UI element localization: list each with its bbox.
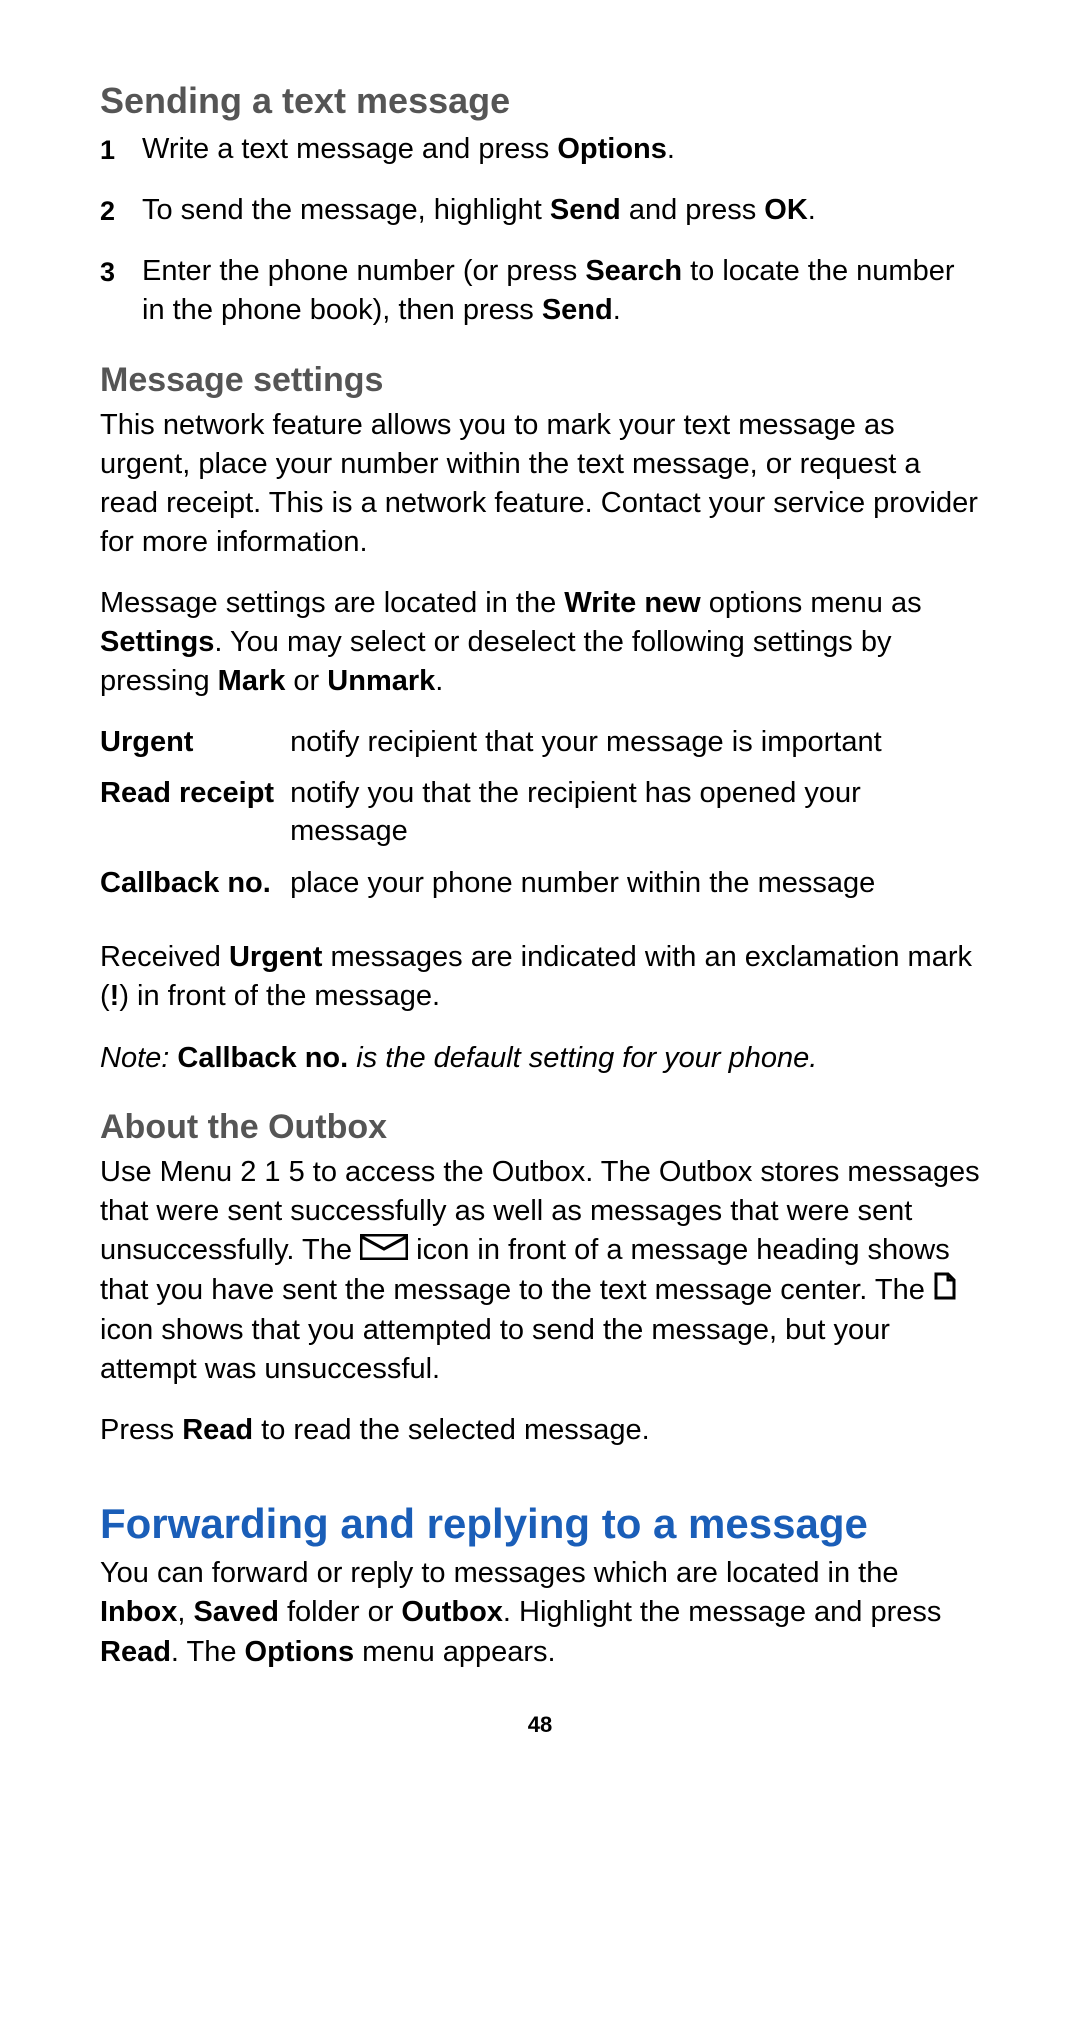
bold-unmark: Unmark [327,665,435,697]
bold-exclaim: ! [110,980,120,1012]
urgent-indicator-note: Received Urgent messages are indicated w… [100,938,980,1016]
settings-location: Message settings are located in the Writ… [100,584,980,701]
document-icon [933,1272,957,1311]
note-rest: is the default setting for your phone. [348,1042,817,1074]
heading-forwarding: Forwarding and replying to a message [100,1500,980,1548]
bold-outbox: Outbox [401,1596,503,1628]
table-row: Read receipt notify you that the recipie… [100,775,980,864]
desc-read-receipt: notify you that the recipient has opened… [290,775,980,864]
term-read-receipt: Read receipt [100,775,290,864]
heading-sending: Sending a text message [100,80,980,122]
forward-body: You can forward or reply to messages whi… [100,1554,980,1671]
step-number: 3 [100,254,115,290]
term-urgent: Urgent [100,724,290,776]
callback-default-note: Note: Callback no. is the default settin… [100,1039,980,1078]
desc-callback: place your phone number within the messa… [290,865,980,917]
bold-urgent: Urgent [229,941,322,973]
bold-send: Send [542,294,613,326]
bold-write-new: Write new [564,587,700,619]
step-text: Write a text message and press [142,133,557,165]
sending-steps: 1 Write a text message and press Options… [100,130,980,331]
bold-options: Options [557,133,667,165]
table-row: Urgent notify recipient that your messag… [100,724,980,776]
bold-mark: Mark [218,665,286,697]
bold-settings: Settings [100,626,214,658]
bold-ok: OK [764,194,808,226]
bold-callback-no: Callback no. [177,1042,348,1074]
outbox-body: Use Menu 2 1 5 to access the Outbox. The… [100,1153,980,1389]
desc-urgent: notify recipient that your message is im… [290,724,980,776]
outbox-read: Press Read to read the selected message. [100,1411,980,1450]
bold-saved: Saved [193,1596,278,1628]
heading-message-settings: Message settings [100,361,980,400]
step-1: 1 Write a text message and press Options… [100,130,980,169]
bold-read: Read [100,1636,171,1668]
settings-intro: This network feature allows you to mark … [100,406,980,563]
envelope-icon [360,1232,408,1271]
bold-options: Options [245,1636,355,1668]
table-row: Callback no. place your phone number wit… [100,865,980,917]
term-callback: Callback no. [100,865,290,917]
bold-read: Read [182,1414,253,1446]
bold-search: Search [585,255,682,287]
note-label: Note: [100,1042,177,1074]
manual-page: Sending a text message 1 Write a text me… [0,0,1080,1778]
step-number: 1 [100,132,115,168]
page-number: 48 [100,1712,980,1738]
heading-about-outbox: About the Outbox [100,1108,980,1147]
bold-inbox: Inbox [100,1596,177,1628]
step-text: Enter the phone number (or press [142,255,585,287]
step-text: To send the message, highlight [142,194,550,226]
settings-table: Urgent notify recipient that your messag… [100,724,980,917]
step-2: 2 To send the message, highlight Send an… [100,191,980,230]
step-number: 2 [100,193,115,229]
bold-send: Send [550,194,621,226]
step-3: 3 Enter the phone number (or press Searc… [100,252,980,330]
